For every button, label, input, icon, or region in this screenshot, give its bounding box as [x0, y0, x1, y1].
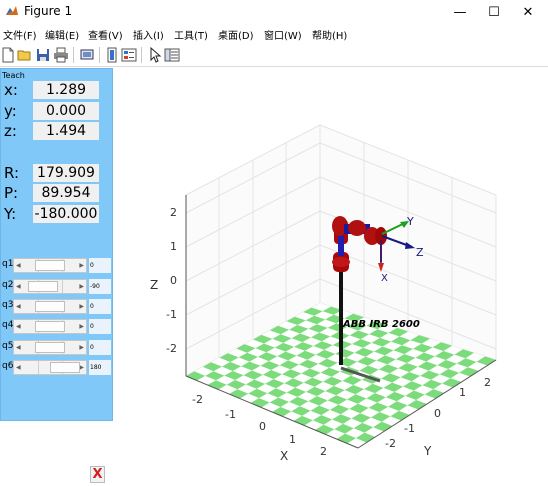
pose-x-value: 1.289 — [33, 81, 99, 99]
z-tick: -2 — [166, 342, 177, 355]
y-tick: 1 — [459, 386, 466, 399]
robot-name-label: ABB IRB 2600 — [342, 319, 420, 330]
pose-roll-value: 179.909 — [33, 164, 99, 182]
frame-y-label: Y — [406, 215, 414, 228]
slider-thumb[interactable] — [35, 260, 65, 271]
joint-slider[interactable]: ◀ ▶ — [13, 360, 87, 375]
x-tick: -2 — [192, 393, 203, 406]
pose-x-label: x: — [4, 81, 18, 99]
teach-panel: Teach x: 1.289 y: 0.000 z: 1.494 R: 179.… — [0, 68, 113, 483]
joint-label: q6 — [2, 361, 14, 371]
pose-y-label: y: — [4, 102, 17, 120]
slider-right-arrow-icon[interactable]: ▶ — [79, 262, 84, 269]
slider-thumb[interactable] — [35, 342, 65, 353]
pose-y-value: 0.000 — [33, 102, 99, 120]
x-tick: 2 — [320, 445, 327, 458]
z-tick: 1 — [170, 240, 177, 253]
joint-value: 0 — [89, 299, 111, 314]
joint-slider[interactable]: ◀ ▶ — [13, 340, 87, 355]
x-tick: 0 — [259, 420, 266, 433]
joint-value: 0 — [89, 258, 111, 273]
z-tick: 0 — [170, 274, 177, 287]
joint-1 — [332, 257, 350, 267]
pose-pitch-label: P: — [4, 184, 19, 202]
pose-z-label: z: — [4, 122, 17, 140]
slider-left-arrow-icon[interactable]: ◀ — [16, 344, 21, 351]
slider-left-arrow-icon[interactable]: ◀ — [16, 262, 21, 269]
slider-left-arrow-icon[interactable]: ◀ — [16, 283, 21, 290]
teach-close-button[interactable]: X — [90, 466, 105, 483]
slider-left-arrow-icon[interactable]: ◀ — [16, 364, 21, 371]
y-axis-label: Y — [423, 444, 432, 458]
z-tick: 2 — [170, 206, 177, 219]
joint-label: q1 — [2, 259, 14, 269]
slider-thumb[interactable] — [28, 281, 58, 292]
joint-label: q5 — [2, 341, 14, 351]
joint-label: q3 — [2, 300, 14, 310]
joint-value: 0 — [89, 340, 111, 355]
z-axis-label: Z — [150, 278, 158, 292]
frame-z-label: Z — [416, 246, 424, 259]
teach-panel-title: Teach — [2, 71, 25, 80]
x-axis-label: X — [280, 449, 288, 463]
joint-value: 180 — [89, 360, 111, 375]
y-tick: -1 — [404, 422, 415, 435]
joint-value: -90 — [89, 279, 111, 294]
slider-thumb[interactable] — [50, 362, 80, 373]
y-tick: 0 — [434, 407, 441, 420]
pose-yaw-value: -180.000 — [33, 205, 99, 223]
frame-x-label: X — [381, 273, 388, 284]
slider-right-arrow-icon[interactable]: ▶ — [79, 283, 84, 290]
pose-z-value: 1.494 — [33, 122, 99, 140]
slider-right-arrow-icon[interactable]: ▶ — [79, 344, 84, 351]
joint-slider[interactable]: ◀ ▶ — [13, 319, 87, 334]
joint-3 — [348, 220, 366, 236]
slider-right-arrow-icon[interactable]: ▶ — [79, 323, 84, 330]
slider-right-arrow-icon[interactable]: ▶ — [79, 364, 84, 371]
y-tick: -2 — [385, 437, 396, 450]
z-tick: -1 — [166, 308, 177, 321]
slider-tick — [62, 280, 63, 293]
slider-left-arrow-icon[interactable]: ◀ — [16, 323, 21, 330]
slider-right-arrow-icon[interactable]: ▶ — [79, 303, 84, 310]
slider-thumb[interactable] — [35, 301, 65, 312]
z-axis: 2 1 0 -1 -2 Z — [150, 206, 177, 355]
joint-value: 0 — [89, 319, 111, 334]
pose-roll-label: R: — [4, 164, 20, 182]
joint-slider[interactable]: ◀ ▶ — [13, 279, 87, 294]
slider-left-arrow-icon[interactable]: ◀ — [16, 303, 21, 310]
joint-label: q4 — [2, 320, 14, 330]
slider-tick — [38, 361, 39, 374]
joint-slider[interactable]: ◀ ▶ — [13, 299, 87, 314]
joint-label: q2 — [2, 280, 14, 290]
joint-slider[interactable]: ◀ ▶ — [13, 258, 87, 273]
pose-yaw-label: Y: — [4, 205, 17, 223]
y-tick: 2 — [484, 376, 491, 389]
x-tick: 1 — [289, 433, 296, 446]
pose-pitch-value: 89.954 — [33, 184, 99, 202]
slider-thumb[interactable] — [35, 321, 65, 332]
x-tick: -1 — [225, 408, 236, 421]
